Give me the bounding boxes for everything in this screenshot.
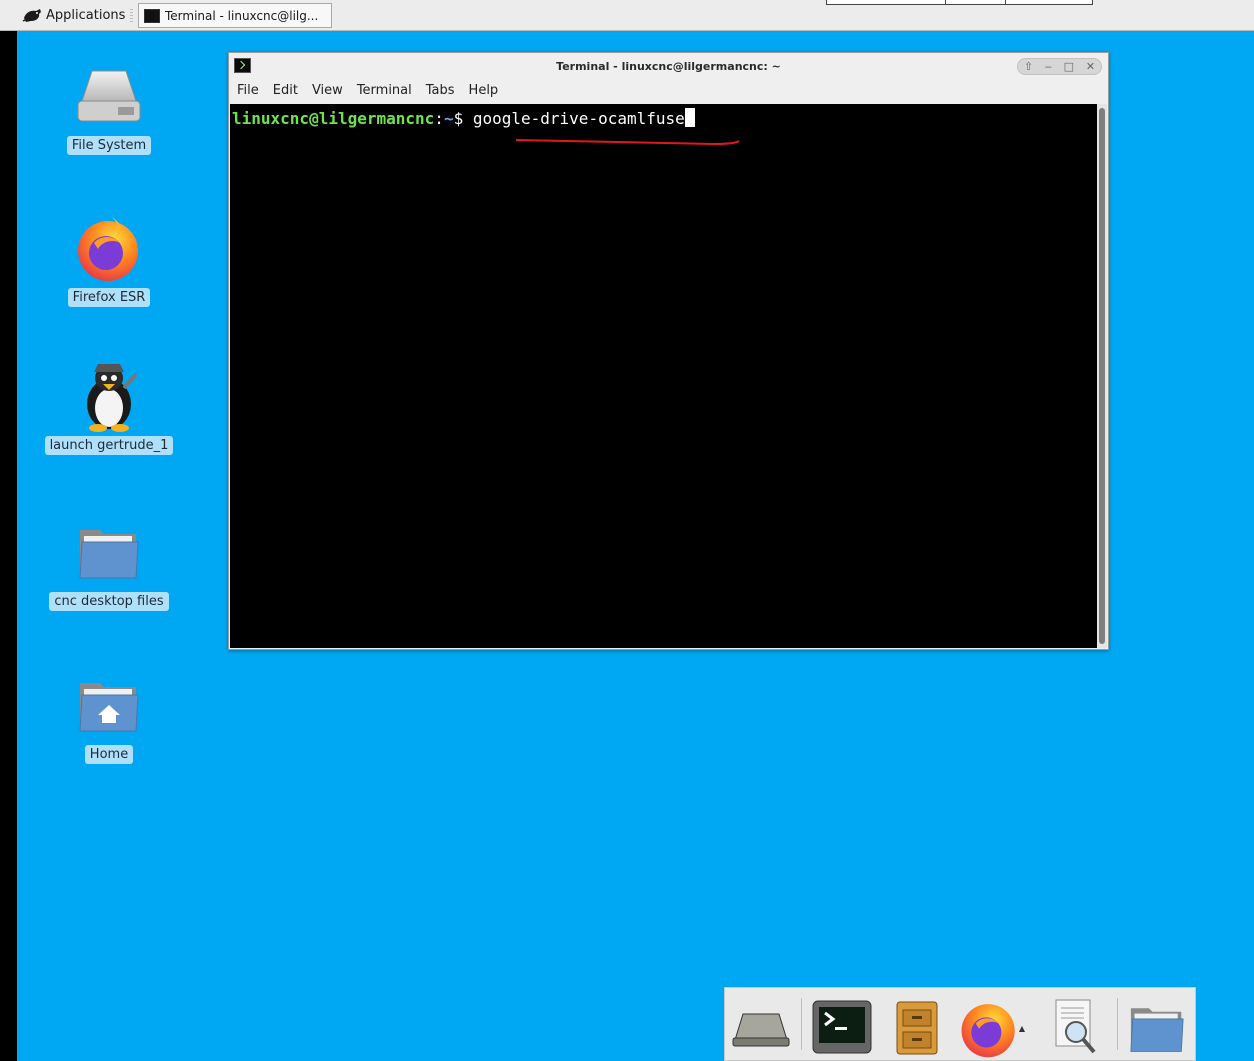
terminal-output-area[interactable]: linuxcnc@lilgermancnc:~$ google-drive-oc… [230, 104, 1097, 648]
applications-label: Applications [46, 7, 126, 23]
terminal-scrollbar[interactable] [1097, 104, 1107, 648]
desktop-icon-launch-gertrude[interactable]: launch gertrude_1 [44, 360, 174, 455]
panel-separator [130, 9, 133, 23]
drive-harddisk-icon [73, 60, 145, 132]
menu-edit[interactable]: Edit [265, 81, 304, 102]
dock-firefox-menu-arrow-icon[interactable]: ▲ [1015, 996, 1029, 1060]
red-underline-annotation [515, 139, 740, 146]
command-line: linuxcnc@lilgermancnc:~$ google-drive-oc… [232, 108, 695, 128]
dock-folder-icon[interactable] [1125, 996, 1189, 1060]
terminal-menubar: File Edit View Terminal Tabs Help [229, 81, 504, 102]
taskbar-terminal-button[interactable]: Terminal - linuxcnc@lilg... [138, 3, 332, 28]
window-controls: ⇧ ‒ □ ✕ [1017, 58, 1102, 75]
minimize-icon[interactable]: ‒ [1045, 60, 1052, 73]
desktop-icon-label: Home [84, 745, 134, 764]
menu-file[interactable]: File [229, 81, 265, 102]
taskbar-terminal-label: Terminal - linuxcnc@lilg... [165, 8, 319, 23]
screen-left-edge [0, 31, 17, 1061]
dock-separator [1117, 998, 1118, 1050]
dock-document-viewer-icon[interactable] [1043, 996, 1107, 1060]
home-folder-icon [73, 669, 145, 741]
desktop-icon-home[interactable]: Home [44, 669, 174, 764]
typed-command: google-drive-ocamlfuse [472, 109, 685, 128]
dock-firefox-icon[interactable] [957, 996, 1021, 1060]
prompt-symbol: $ [453, 109, 473, 128]
dock-separator [801, 998, 802, 1050]
menu-view[interactable]: View [304, 81, 349, 102]
dock: ▲ [724, 987, 1196, 1061]
desktop-icon-firefox[interactable]: Firefox ESR [44, 212, 174, 307]
top-panel: Applications Terminal - linuxcnc@lilg... [0, 0, 1254, 31]
terminal-task-icon [144, 8, 160, 23]
desktop-icon-file-system[interactable]: File System [44, 60, 174, 155]
tux-penguin-icon [73, 360, 145, 432]
menu-terminal[interactable]: Terminal [349, 81, 418, 102]
prompt-user: linuxcnc@lilgermancnc [232, 109, 435, 128]
scrollbar-thumb[interactable] [1099, 108, 1105, 644]
menu-tabs[interactable]: Tabs [418, 81, 461, 102]
desktop-icon-cnc-desktop-files[interactable]: cnc desktop files [44, 516, 174, 611]
text-cursor [684, 108, 695, 127]
dock-terminal-icon[interactable] [810, 996, 874, 1060]
close-icon[interactable]: ✕ [1086, 60, 1095, 73]
system-tray[interactable] [826, 0, 1093, 5]
dock-file-cabinet-icon[interactable] [885, 996, 949, 1060]
terminal-titlebar[interactable]: Terminal - linuxcnc@lilgermancnc: ~ ⇧ ‒ … [229, 53, 1108, 80]
prompt-separator: : [434, 109, 444, 128]
desktop-icon-label: File System [66, 136, 152, 155]
shade-icon[interactable]: ⇧ [1024, 60, 1033, 73]
window-title: Terminal - linuxcnc@lilgermancnc: ~ [556, 60, 781, 73]
desktop-icon-label: cnc desktop files [49, 592, 169, 611]
menu-help[interactable]: Help [461, 81, 505, 102]
dock-drive-icon[interactable] [729, 996, 793, 1060]
desktop-icon-label: Firefox ESR [67, 288, 151, 307]
applications-menu-button[interactable]: Applications [22, 5, 125, 25]
maximize-icon[interactable]: □ [1064, 60, 1074, 73]
prompt-path: ~ [443, 109, 454, 128]
desktop-icon-label: launch gertrude_1 [44, 436, 174, 455]
xfce-mouse-icon [22, 9, 41, 22]
folder-icon [73, 516, 145, 588]
firefox-icon [73, 212, 145, 284]
